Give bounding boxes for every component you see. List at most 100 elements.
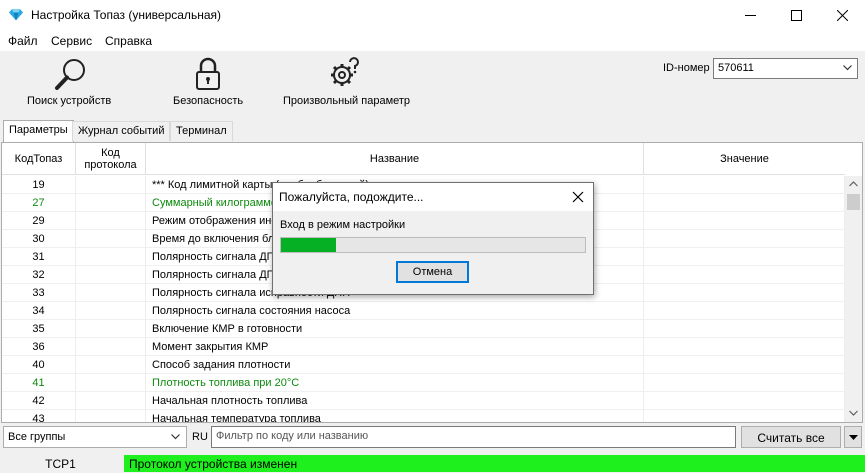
connection-status: TCP1 xyxy=(45,457,76,471)
magnifier-icon xyxy=(55,59,85,90)
caret-down-icon xyxy=(849,435,858,440)
header-protocol-code[interactable]: Код протокола xyxy=(76,143,146,175)
header-value[interactable]: Значение xyxy=(644,143,845,175)
cell-value xyxy=(644,284,845,302)
custom-parameter-button[interactable]: Произвольный параметр xyxy=(278,51,418,118)
chevron-down-icon xyxy=(171,434,180,440)
cell-value xyxy=(644,374,845,392)
cell-kod-topaz: 36 xyxy=(2,338,76,356)
security-label: Безопасность xyxy=(173,95,244,107)
cell-protocol-code xyxy=(76,266,146,284)
cell-name: Момент закрытия КМР xyxy=(146,338,644,356)
table-row[interactable]: 43 Начальная температура топлива xyxy=(2,410,845,422)
dialog-title: Пожалуйста, подождите... xyxy=(279,190,424,204)
minimize-button[interactable] xyxy=(727,0,773,31)
tab-parameters[interactable]: Параметры xyxy=(3,120,74,142)
cell-value xyxy=(644,248,845,266)
cell-protocol-code xyxy=(76,230,146,248)
scroll-thumb[interactable] xyxy=(847,194,860,210)
read-all-dropdown-button[interactable] xyxy=(844,426,862,448)
cell-value xyxy=(644,176,845,194)
scroll-down-icon[interactable] xyxy=(849,410,858,416)
table-row[interactable]: 35 Включение КМР в готовности xyxy=(2,320,845,338)
header-kod-topaz[interactable]: КодТопаз xyxy=(2,143,76,175)
cell-kod-topaz: 31 xyxy=(2,248,76,266)
tab-event-log-label: Журнал событий xyxy=(78,125,165,137)
table-row[interactable]: 41 Плотность топлива при 20°С xyxy=(2,374,845,392)
menu-bar: Файл Сервис Справка xyxy=(0,31,865,51)
cell-kod-topaz: 30 xyxy=(2,230,76,248)
cell-protocol-code xyxy=(76,284,146,302)
cell-protocol-code xyxy=(76,356,146,374)
chevron-down-icon xyxy=(843,65,852,71)
tab-terminal[interactable]: Терминал xyxy=(170,121,233,141)
maximize-button[interactable] xyxy=(773,0,819,31)
id-number-label: ID-номер xyxy=(663,62,710,74)
custom-parameter-label: Произвольный параметр xyxy=(283,95,411,107)
cancel-button[interactable]: Отмена xyxy=(396,261,469,283)
cell-protocol-code xyxy=(76,320,146,338)
cell-name: Полярность сигнала состояния насоса xyxy=(146,302,644,320)
scroll-up-icon[interactable] xyxy=(849,181,858,187)
cell-protocol-code xyxy=(76,194,146,212)
cell-kod-topaz: 42 xyxy=(2,392,76,410)
read-all-button[interactable]: Считать все xyxy=(741,426,841,448)
cell-kod-topaz: 29 xyxy=(2,212,76,230)
maximize-icon xyxy=(790,10,802,21)
groups-select-value: Все группы xyxy=(8,431,66,443)
status-message: Протокол устройства изменен xyxy=(124,455,865,472)
close-icon[interactable] xyxy=(571,190,585,204)
tab-terminal-label: Терминал xyxy=(176,125,227,137)
tab-parameters-label: Параметры xyxy=(9,124,68,136)
table-row[interactable]: 42 Начальная плотность топлива xyxy=(2,392,845,410)
filter-input[interactable]: Фильтр по коду или названию xyxy=(211,426,736,448)
table-row[interactable]: 40 Способ задания плотности xyxy=(2,356,845,374)
window-title: Настройка Топаз (универсальная) xyxy=(31,8,221,22)
menu-service[interactable]: Сервис xyxy=(51,34,92,48)
search-devices-button[interactable]: Поиск устройств xyxy=(20,51,120,118)
cell-value xyxy=(644,194,845,212)
cell-name: Начальная плотность топлива xyxy=(146,392,644,410)
cell-value xyxy=(644,338,845,356)
minimize-icon xyxy=(744,15,756,16)
table-row[interactable]: 36 Момент закрытия КМР xyxy=(2,338,845,356)
cell-protocol-code xyxy=(76,302,146,320)
cell-value xyxy=(644,410,845,422)
cell-kod-topaz: 33 xyxy=(2,284,76,302)
cell-protocol-code xyxy=(76,374,146,392)
tab-strip: Параметры Журнал событий Терминал xyxy=(0,120,865,142)
menu-file[interactable]: Файл xyxy=(8,34,38,48)
language-indicator: RU xyxy=(192,431,208,443)
diamond-app-icon xyxy=(9,9,23,21)
cell-kod-topaz: 41 xyxy=(2,374,76,392)
table-row[interactable]: 34 Полярность сигнала состояния насоса xyxy=(2,302,845,320)
tab-event-log[interactable]: Журнал событий xyxy=(72,121,171,141)
cell-kod-topaz: 40 xyxy=(2,356,76,374)
close-icon xyxy=(836,10,848,21)
cell-name: Включение КМР в готовности xyxy=(146,320,644,338)
close-button[interactable] xyxy=(819,0,865,31)
header-name[interactable]: Название xyxy=(146,143,644,175)
groups-select[interactable]: Все группы xyxy=(3,426,187,448)
security-button[interactable]: Безопасность xyxy=(165,51,255,118)
padlock-icon xyxy=(196,57,220,90)
vertical-scrollbar[interactable] xyxy=(845,176,862,422)
cell-name: Плотность топлива при 20°С xyxy=(146,374,644,392)
cell-kod-topaz: 27 xyxy=(2,194,76,212)
cell-protocol-code xyxy=(76,410,146,422)
cell-name: Начальная температура топлива xyxy=(146,410,644,422)
cell-kod-topaz: 32 xyxy=(2,266,76,284)
cell-kod-topaz: 43 xyxy=(2,410,76,422)
cell-value xyxy=(644,320,845,338)
table-header: КодТопаз Код протокола Название Значение xyxy=(2,143,845,175)
cell-kod-topaz: 35 xyxy=(2,320,76,338)
id-number-value: 570611 xyxy=(718,62,754,74)
gear-question-icon xyxy=(331,57,359,86)
cell-value xyxy=(644,212,845,230)
filter-bar: Все группы RU Фильтр по коду или названи… xyxy=(0,426,865,450)
cell-value xyxy=(644,302,845,320)
search-devices-label: Поиск устройств xyxy=(27,95,112,107)
menu-help[interactable]: Справка xyxy=(105,34,152,48)
cell-protocol-code xyxy=(76,248,146,266)
id-number-select[interactable]: 570611 xyxy=(713,58,858,79)
